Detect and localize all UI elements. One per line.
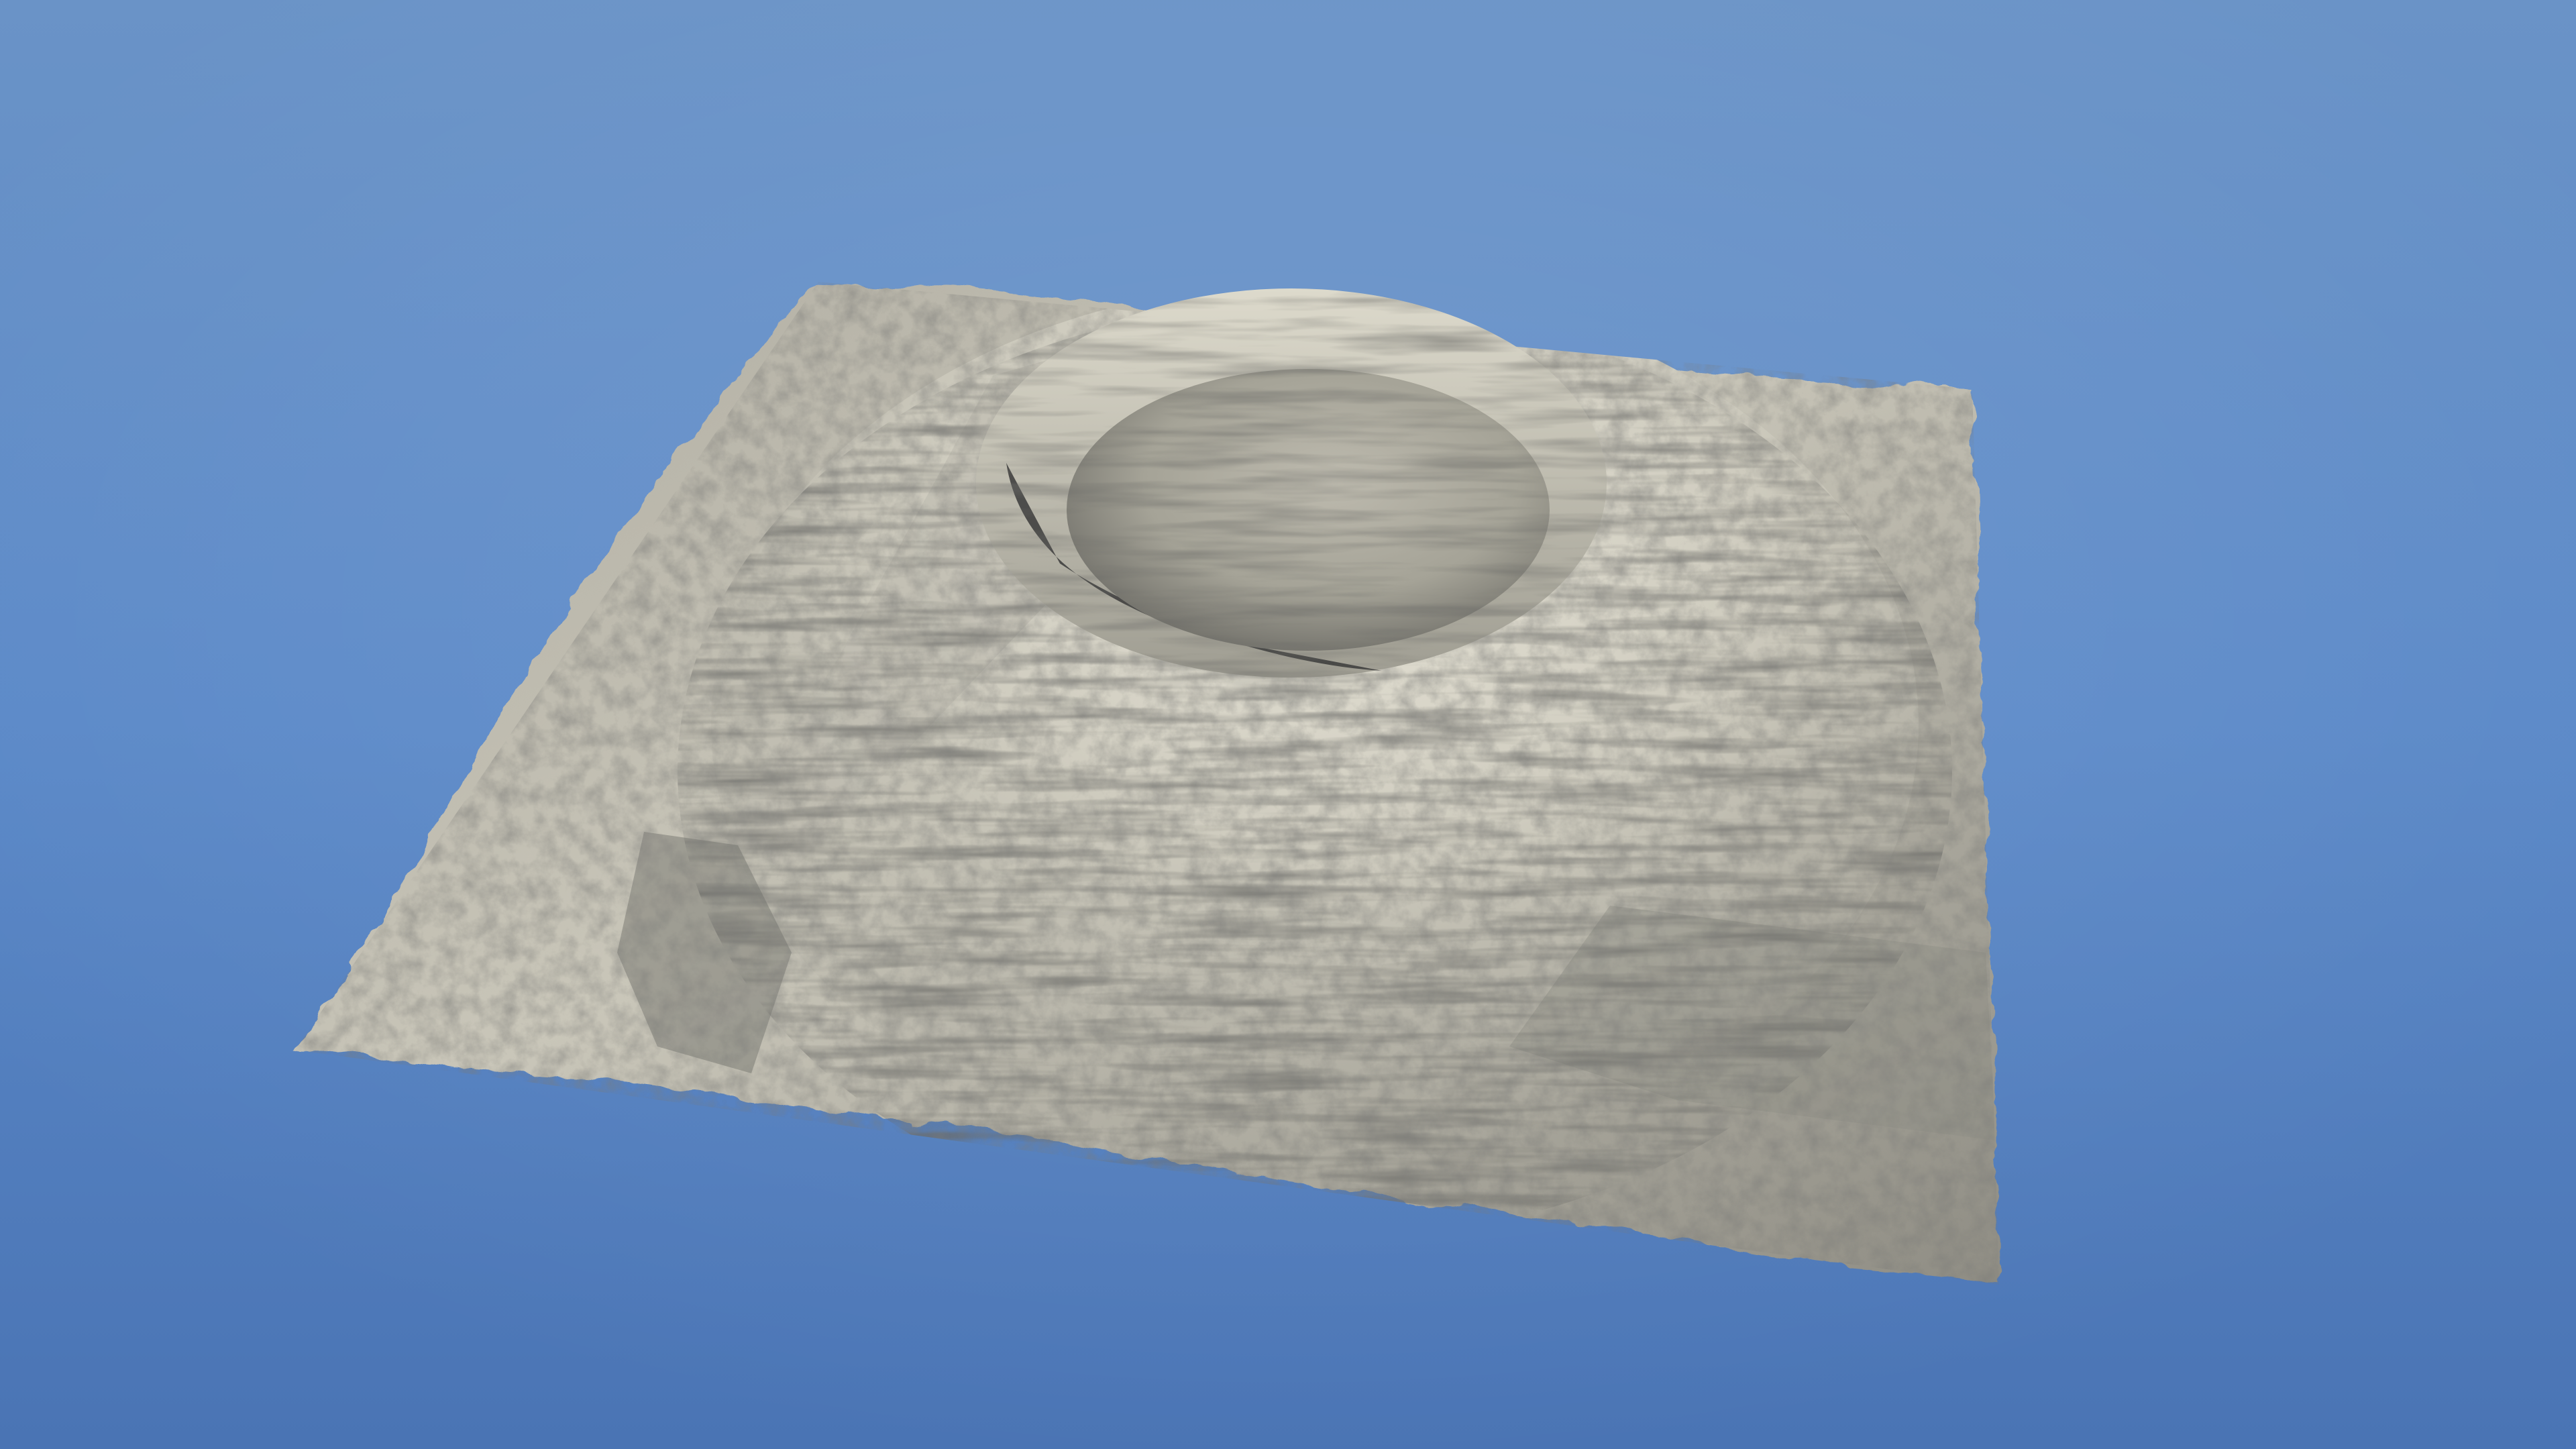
crater-wall-texture [976,288,1607,678]
render-viewport [0,0,2576,1449]
crater [976,288,1607,678]
terrain-scene [0,0,2576,1449]
